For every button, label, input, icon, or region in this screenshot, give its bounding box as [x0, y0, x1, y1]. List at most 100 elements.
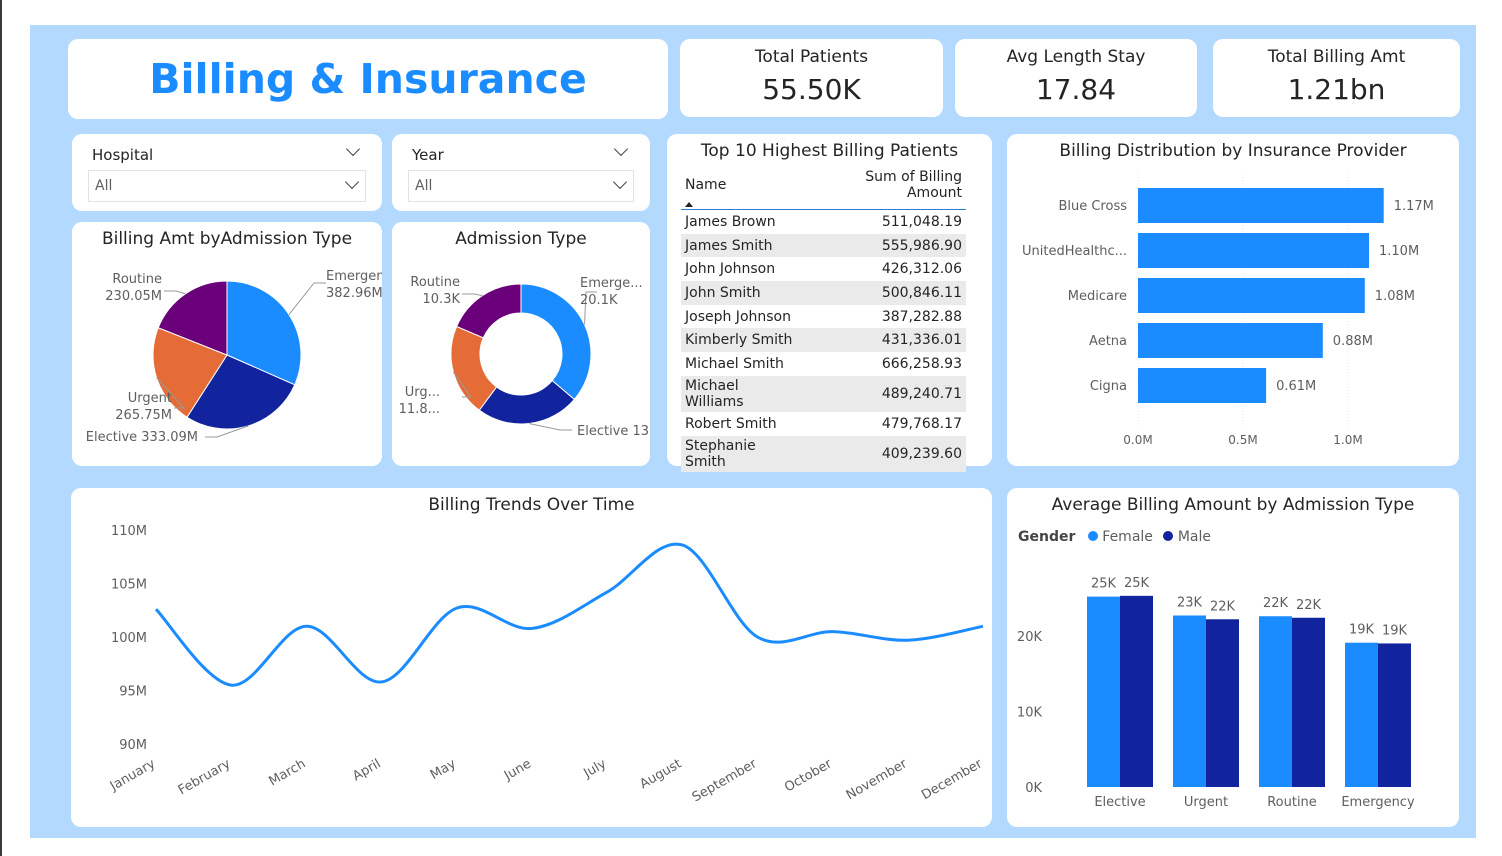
- x-tick-label: July: [580, 756, 609, 781]
- slice-label: Routine: [410, 275, 460, 290]
- bar-male: [1206, 619, 1239, 787]
- column-header-name[interactable]: Name: [681, 167, 805, 210]
- hospital-dropdown[interactable]: All: [88, 170, 366, 202]
- bar: [1138, 188, 1384, 223]
- bar-male: [1292, 617, 1325, 787]
- slicer-label: Year: [412, 146, 444, 164]
- kpi-value: 17.84: [1035, 73, 1117, 106]
- table-row[interactable]: John Johnson 426,312.06: [681, 257, 966, 281]
- y-tick-label: 90M: [119, 738, 147, 753]
- category-label: Cigna: [1090, 379, 1127, 394]
- slicer-value: All: [95, 178, 113, 194]
- kpi-label: Avg Length Stay: [1006, 47, 1146, 67]
- admission-type-donut-card: Admission Type Emerge... 20.1K Elective 13…: [392, 222, 650, 466]
- kpi-total-billing: Total Billing Amt 1.21bn: [1213, 39, 1460, 117]
- x-tick-label: February: [176, 756, 234, 798]
- data-label: 0.61M: [1276, 379, 1316, 394]
- y-tick-label: 105M: [111, 578, 147, 593]
- cell-amount: 387,282.88: [881, 308, 962, 325]
- cell-name: John Smith: [681, 281, 805, 305]
- billing-by-admission-pie-card: Billing Amt byAdmission Type Emergency38…: [72, 222, 382, 466]
- leader-line: [288, 282, 326, 315]
- avg-billing-bar-card: Average Billing Amount by Admission Type…: [1007, 488, 1459, 827]
- cell-name: James Smith: [681, 233, 805, 258]
- bar-female: [1173, 615, 1206, 787]
- table-row[interactable]: James Brown 511,048.19: [681, 210, 966, 234]
- kpi-value: 1.21bn: [1287, 73, 1386, 106]
- cell-name: Michael Williams: [681, 375, 805, 412]
- billing-trend-card: Billing Trends Over Time 90M 95M 100M 105M 1…: [71, 488, 992, 827]
- y-tick-label: 0K: [1025, 781, 1042, 796]
- table-title: Top 10 Highest Billing Patients: [700, 141, 959, 161]
- kpi-total-patients: Total Patients 55.50K: [680, 39, 943, 117]
- table-row[interactable]: Michael Smith 666,258.93: [681, 352, 966, 376]
- category-label: Blue Cross: [1058, 199, 1127, 214]
- data-label: 23K: [1177, 595, 1203, 610]
- kpi-label: Total Patients: [754, 47, 869, 67]
- slicer-value: All: [415, 178, 433, 194]
- y-tick-label: 100M: [111, 631, 147, 646]
- leader-line: [164, 290, 186, 295]
- data-label: 22K: [1263, 596, 1289, 611]
- x-tick-label: 0.5M: [1228, 433, 1257, 447]
- category-label: Aetna: [1089, 334, 1127, 349]
- table-row[interactable]: James Smith 555,986.90: [681, 233, 966, 258]
- trend-line: [154, 542, 984, 687]
- year-dropdown[interactable]: All: [408, 170, 634, 202]
- bar-female: [1087, 596, 1120, 787]
- kpi-label: Total Billing Amt: [1267, 47, 1406, 67]
- bar: [1138, 278, 1365, 313]
- y-tick-label: 10K: [1017, 705, 1043, 720]
- leader-line: [528, 423, 572, 431]
- x-tick-label: April: [350, 756, 383, 784]
- cell-amount: 555,986.90: [804, 233, 966, 258]
- bar-female: [1345, 642, 1378, 787]
- chevron-down-icon[interactable]: [344, 174, 360, 190]
- category-label: Medicare: [1068, 289, 1127, 304]
- data-label: 0.88M: [1333, 334, 1373, 349]
- slice-value-label: 20.1K: [580, 293, 618, 308]
- category-label: UnitedHealthc...: [1022, 244, 1127, 259]
- table-row[interactable]: Michael Williams 489,240.71: [681, 375, 966, 412]
- table-row[interactable]: Kimberly Smith 431,336.01: [681, 328, 966, 353]
- top10-table: Name Sum of Billing Amount James Brown 51…: [681, 167, 966, 472]
- admission-type-donut: Emerge... 20.1K Elective 13.28K Urg... 11.8.…: [399, 275, 650, 439]
- x-tick-label: May: [428, 756, 459, 783]
- billing-trend-line-chart: 90M 95M 100M 105M 110M January February March Ap…: [107, 524, 986, 805]
- slice-label: Urgent: [128, 391, 172, 406]
- leader-line: [462, 293, 483, 297]
- y-tick-label: 110M: [111, 524, 147, 539]
- year-slicer[interactable]: Year All: [392, 134, 650, 211]
- insurance-bar-card: Billing Distribution by Insurance Provid…: [1007, 134, 1459, 466]
- bar-female: [1259, 616, 1292, 787]
- x-tick-label: Urgent: [1184, 795, 1228, 810]
- collapse-chevron-icon[interactable]: [613, 141, 629, 157]
- x-tick-label: Elective: [1094, 795, 1145, 810]
- table-row[interactable]: Joseph Johnson 387,282.88: [681, 305, 966, 329]
- x-tick-label: January: [107, 756, 158, 794]
- cell-amount: 409,239.60: [804, 435, 966, 472]
- hospital-slicer[interactable]: Hospital All: [72, 134, 382, 211]
- data-label: 22K: [1210, 599, 1236, 614]
- sort-ascending-icon[interactable]: [685, 202, 693, 207]
- y-tick-label: 95M: [119, 685, 147, 700]
- kpi-value: 55.50K: [762, 73, 861, 106]
- slice-label: Urg...: [405, 385, 440, 400]
- table-header-row: Name Sum of Billing Amount: [681, 167, 966, 210]
- collapse-chevron-icon[interactable]: [345, 141, 361, 157]
- bar-male: [1378, 643, 1411, 787]
- billing-by-admission-pie: Emergency 382.96M Elective 333.09M Urgent 26…: [86, 269, 382, 445]
- cell-amount: 666,258.93: [881, 355, 962, 372]
- slice-label: Emerge...: [580, 276, 643, 291]
- bar: [1138, 368, 1267, 403]
- cell-name: James Brown: [685, 213, 776, 230]
- data-label: 22K: [1296, 598, 1322, 613]
- table-row[interactable]: Robert Smith 479,768.17: [681, 412, 966, 436]
- data-label: 19K: [1349, 623, 1375, 638]
- data-label: 1.10M: [1379, 244, 1419, 259]
- column-header-billing[interactable]: Sum of Billing Amount: [804, 167, 966, 210]
- chevron-down-icon[interactable]: [612, 174, 628, 190]
- table-row[interactable]: John Smith 500,846.11: [681, 281, 966, 305]
- x-tick-label: August: [637, 756, 684, 792]
- table-row[interactable]: Stephanie Smith 409,239.60: [681, 435, 966, 472]
